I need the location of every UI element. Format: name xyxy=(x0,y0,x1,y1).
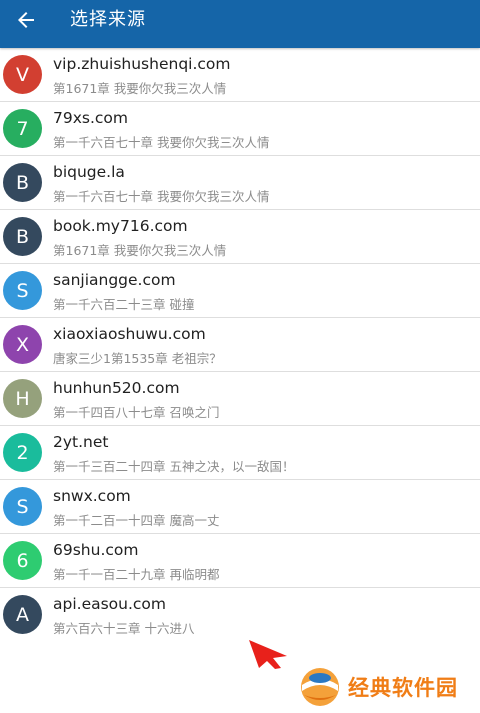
latest-chapter: 第六百六十三章 十六进八 xyxy=(53,621,195,636)
source-item[interactable]: V vip.zhuishushenqi.com 第1671章 我要你欠我三次人情 xyxy=(0,48,480,102)
app-bar: 选择来源 xyxy=(0,0,480,48)
source-item[interactable]: B biquge.la 第一千六百七十章 我要你欠我三次人情 xyxy=(0,156,480,210)
latest-chapter: 第一千二百一十四章 魔高一丈 xyxy=(53,513,220,528)
source-avatar: 6 xyxy=(3,541,42,580)
source-domain: 2yt.net xyxy=(53,433,109,451)
source-item[interactable]: 2 2yt.net 第一千三百二十四章 五神之决，以一敌国！ xyxy=(0,426,480,480)
source-domain: book.my716.com xyxy=(53,217,188,235)
watermark-text: 经典软件园 xyxy=(348,676,458,700)
page-title: 选择来源 xyxy=(70,9,146,30)
back-button[interactable] xyxy=(8,0,44,40)
source-domain: vip.zhuishushenqi.com xyxy=(53,55,231,73)
latest-chapter: 第一千六百二十三章 碰撞 xyxy=(53,297,195,312)
source-avatar: S xyxy=(3,487,42,526)
source-domain: sanjiangge.com xyxy=(53,271,176,289)
source-domain: hunhun520.com xyxy=(53,379,180,397)
source-avatar: 2 xyxy=(3,433,42,472)
source-item[interactable]: S snwx.com 第一千二百一十四章 魔高一丈 xyxy=(0,480,480,534)
watermark: 经典软件园 xyxy=(298,664,458,710)
source-list: V vip.zhuishushenqi.com 第1671章 我要你欠我三次人情… xyxy=(0,48,480,641)
latest-chapter: 第1671章 我要你欠我三次人情 xyxy=(53,243,227,258)
source-item[interactable]: A api.easou.com 第六百六十三章 十六进八 xyxy=(0,588,480,641)
latest-chapter: 第一千六百七十章 我要你欠我三次人情 xyxy=(53,189,270,204)
source-domain: snwx.com xyxy=(53,487,131,505)
source-avatar: V xyxy=(3,55,42,94)
red-pointer-arrow-icon xyxy=(249,640,287,669)
latest-chapter: 第一千六百七十章 我要你欠我三次人情 xyxy=(53,135,270,150)
latest-chapter: 唐家三少1第1535章 老祖宗？ xyxy=(53,351,222,366)
latest-chapter: 第一千一百二十九章 再临明都 xyxy=(53,567,220,582)
source-avatar: B xyxy=(3,163,42,202)
source-avatar: X xyxy=(3,325,42,364)
arrow-left-icon xyxy=(18,12,34,28)
source-domain: api.easou.com xyxy=(53,595,167,613)
source-item[interactable]: B book.my716.com 第1671章 我要你欠我三次人情 xyxy=(0,210,480,264)
source-item[interactable]: S sanjiangge.com 第一千六百二十三章 碰撞 xyxy=(0,264,480,318)
source-domain: xiaoxiaoshuwu.com xyxy=(53,325,206,343)
source-avatar: 7 xyxy=(3,109,42,148)
latest-chapter: 第一千三百二十四章 五神之决，以一敌国！ xyxy=(53,459,295,474)
source-avatar: H xyxy=(3,379,42,418)
source-domain: biquge.la xyxy=(53,163,125,181)
source-domain: 79xs.com xyxy=(53,109,129,127)
source-item[interactable]: X xiaoxiaoshuwu.com 唐家三少1第1535章 老祖宗？ xyxy=(0,318,480,372)
latest-chapter: 第一千四百八十七章 召唤之门 xyxy=(53,405,220,420)
source-item[interactable]: 7 79xs.com 第一千六百七十章 我要你欠我三次人情 xyxy=(0,102,480,156)
source-avatar: B xyxy=(3,217,42,256)
globe-logo-icon xyxy=(301,668,339,706)
source-item[interactable]: 6 69shu.com 第一千一百二十九章 再临明都 xyxy=(0,534,480,588)
source-avatar: S xyxy=(3,271,42,310)
latest-chapter: 第1671章 我要你欠我三次人情 xyxy=(53,81,227,96)
source-item[interactable]: H hunhun520.com 第一千四百八十七章 召唤之门 xyxy=(0,372,480,426)
source-avatar: A xyxy=(3,595,42,634)
source-domain: 69shu.com xyxy=(53,541,139,559)
